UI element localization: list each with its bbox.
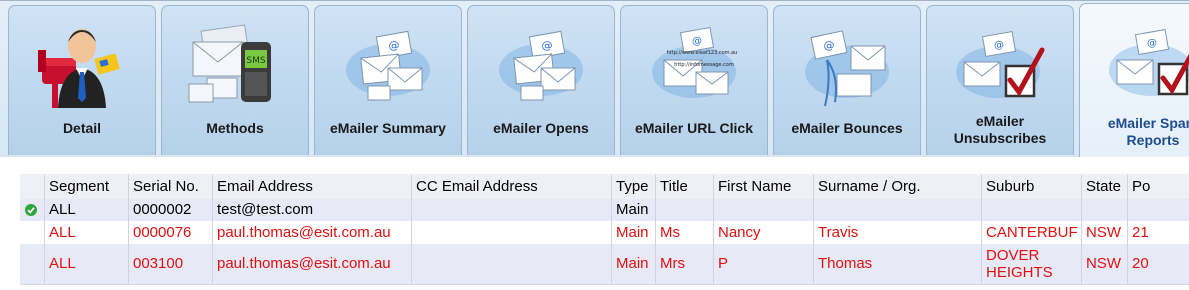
person-mailbox-icon xyxy=(38,29,120,108)
cell-surname[interactable]: Travis xyxy=(814,221,982,244)
cell-email[interactable]: paul.thomas@esit.com.au xyxy=(213,221,412,244)
cell-segment[interactable]: ALL xyxy=(45,244,129,284)
tab-label: Methods xyxy=(206,120,264,136)
col-header-title[interactable]: Title xyxy=(656,174,714,199)
svg-text:@: @ xyxy=(542,39,553,52)
cell-segment[interactable]: ALL xyxy=(45,221,129,244)
cell-title[interactable] xyxy=(656,199,714,221)
cell-surname[interactable] xyxy=(814,199,982,221)
col-header-surname[interactable]: Surname / Org. xyxy=(814,174,982,199)
cell-first-name[interactable]: Nancy xyxy=(714,221,814,244)
col-header-cc-email[interactable]: CC Email Address xyxy=(412,174,612,199)
url-link-text: http://infomessage.com xyxy=(674,62,734,68)
cell-type[interactable]: Main xyxy=(612,199,656,221)
email-bounce-icon: @ xyxy=(805,30,889,107)
row-selector[interactable] xyxy=(20,244,45,284)
svg-text:@: @ xyxy=(389,39,400,52)
cell-type[interactable]: Main xyxy=(612,244,656,284)
tab-label: eMailer Opens xyxy=(493,120,589,136)
cell-serial[interactable]: 0000002 xyxy=(129,199,213,221)
table-row[interactable]: ALL 0000076 paul.thomas@esit.com.au Main… xyxy=(20,221,1189,245)
email-checkbox-icon: @ xyxy=(1109,28,1189,96)
cell-state[interactable] xyxy=(1082,199,1128,221)
cell-postcode[interactable]: 20 xyxy=(1128,244,1189,284)
col-header-first-name[interactable]: First Name xyxy=(714,174,814,199)
cell-postcode[interactable]: 21 xyxy=(1128,221,1189,244)
email-url-links-icon: @ http://www.eleaf123.com.au http://info… xyxy=(652,26,738,98)
cell-first-name[interactable]: P xyxy=(714,244,814,284)
col-header-serial[interactable]: Serial No. xyxy=(129,174,213,199)
cell-type[interactable]: Main xyxy=(612,221,656,244)
check-icon xyxy=(25,204,37,216)
cell-postcode[interactable] xyxy=(1128,199,1189,221)
table-row[interactable]: ALL 003100 paul.thomas@esit.com.au Main … xyxy=(20,244,1189,285)
svg-text:@: @ xyxy=(994,40,1004,51)
cell-email[interactable]: test@test.com xyxy=(213,199,412,221)
cell-email[interactable]: paul.thomas@esit.com.au xyxy=(213,244,412,284)
records-grid: Segment Serial No. Email Address CC Emai… xyxy=(20,174,1189,290)
tab-label: eMailer Spam Reports xyxy=(1107,115,1189,148)
tab-emailer-opens[interactable]: @ eMailer Opens xyxy=(467,5,615,155)
col-header-type[interactable]: Type xyxy=(612,174,656,199)
tab-emailer-url-click[interactable]: @ http://www.eleaf123.com.au http://info… xyxy=(620,5,768,155)
tab-emailer-spam-reports[interactable]: @ eMailer Spam Reports xyxy=(1079,3,1189,157)
envelopes-sms-phone-icon: SMS xyxy=(188,24,271,103)
col-header-suburb[interactable]: Suburb xyxy=(982,174,1082,199)
cell-suburb[interactable]: CANTERBUF xyxy=(982,221,1082,244)
cell-cc-email[interactable] xyxy=(412,199,612,221)
table-row[interactable]: ALL 0000002 test@test.com Main xyxy=(20,199,1189,222)
cell-segment[interactable]: ALL xyxy=(45,199,129,221)
col-header-segment[interactable]: Segment xyxy=(45,174,129,199)
svg-text:@: @ xyxy=(692,36,702,47)
grid-left-margin xyxy=(0,174,20,290)
svg-text:SMS: SMS xyxy=(246,56,265,66)
tab-emailer-summary[interactable]: @ eMailer Summary xyxy=(314,5,462,155)
tab-methods[interactable]: SMS Methods xyxy=(161,5,309,155)
row-selector[interactable] xyxy=(20,199,45,221)
email-checkbox-icon: @ xyxy=(956,30,1045,98)
tab-label: eMailer URL Click xyxy=(634,120,753,136)
tab-emailer-bounces[interactable]: @ eMailer Bounces xyxy=(773,5,921,155)
tab-label: eMailer Summary xyxy=(330,120,446,136)
cell-suburb[interactable]: DOVER HEIGHTS xyxy=(982,244,1082,284)
cell-first-name[interactable] xyxy=(714,199,814,221)
cell-serial[interactable]: 003100 xyxy=(129,244,213,284)
col-header-state[interactable]: State xyxy=(1082,174,1128,199)
tab-label: eMailer Unsubscribes xyxy=(953,113,1047,146)
tab-strip: Detail SMS Methods @ eMailer Summary @ e… xyxy=(0,0,1189,157)
cell-cc-email[interactable] xyxy=(412,244,612,284)
row-selector-header xyxy=(20,174,45,199)
tab-label: eMailer Bounces xyxy=(791,120,903,136)
cell-title[interactable]: Mrs xyxy=(656,244,714,284)
svg-text:@: @ xyxy=(1147,38,1157,49)
cell-suburb[interactable] xyxy=(982,199,1082,221)
cell-serial[interactable]: 0000076 xyxy=(129,221,213,244)
tab-label: Detail xyxy=(62,120,102,136)
svg-text:@: @ xyxy=(824,39,835,52)
row-selector[interactable] xyxy=(20,221,45,244)
tab-emailer-unsubscribes[interactable]: @ eMailer Unsubscribes xyxy=(926,5,1074,155)
grid-header-row: Segment Serial No. Email Address CC Emai… xyxy=(20,174,1189,200)
cell-state[interactable]: NSW xyxy=(1082,244,1128,284)
tab-detail[interactable]: Detail xyxy=(8,5,156,155)
col-header-email[interactable]: Email Address xyxy=(213,174,412,199)
email-envelopes-icon: @ xyxy=(499,30,583,101)
col-header-postcode[interactable]: Po xyxy=(1128,174,1189,199)
url-link-text: http://www.eleaf123.com.au xyxy=(667,50,738,56)
cell-state[interactable]: NSW xyxy=(1082,221,1128,244)
email-envelopes-icon: @ xyxy=(346,30,430,101)
cell-surname[interactable]: Thomas xyxy=(814,244,982,284)
cell-title[interactable]: Ms xyxy=(656,221,714,244)
cell-cc-email[interactable] xyxy=(412,221,612,244)
